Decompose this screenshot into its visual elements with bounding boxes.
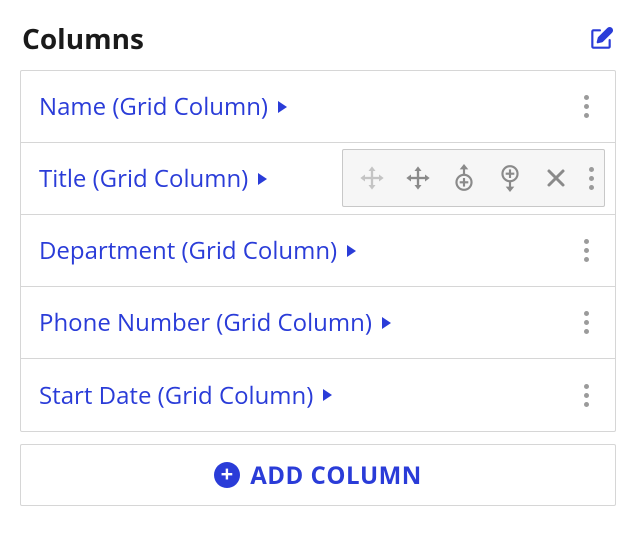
column-label: Department (Grid Column) — [39, 234, 337, 267]
column-link[interactable]: Start Date (Grid Column) — [39, 379, 332, 412]
add-column-button[interactable]: ADD COLUMN — [20, 444, 616, 506]
column-row: Start Date (Grid Column) — [21, 359, 615, 431]
close-icon[interactable] — [541, 163, 571, 193]
panel-title: Columns — [22, 20, 144, 58]
row-toolbar — [342, 149, 605, 207]
add-below-icon[interactable] — [495, 163, 525, 193]
column-link[interactable]: Phone Number (Grid Column) — [39, 306, 391, 339]
column-link[interactable]: Title (Grid Column) — [39, 162, 267, 195]
expand-icon — [382, 317, 391, 329]
column-row: Name (Grid Column) — [21, 71, 615, 143]
row-menu-button[interactable] — [576, 231, 597, 270]
add-column-label: ADD COLUMN — [250, 459, 422, 492]
column-row: Title (Grid Column) — [21, 143, 615, 215]
row-menu-button[interactable] — [576, 87, 597, 126]
expand-icon — [258, 173, 267, 185]
move-icon[interactable] — [403, 163, 433, 193]
column-link[interactable]: Department (Grid Column) — [39, 234, 356, 267]
panel-header: Columns — [20, 20, 616, 58]
row-menu-button[interactable] — [587, 163, 594, 194]
column-label: Phone Number (Grid Column) — [39, 306, 372, 339]
move-icon[interactable] — [357, 163, 387, 193]
expand-icon — [278, 101, 287, 113]
column-label: Start Date (Grid Column) — [39, 379, 313, 412]
row-menu-button[interactable] — [576, 376, 597, 415]
column-row: Phone Number (Grid Column) — [21, 287, 615, 359]
edit-icon[interactable] — [588, 26, 614, 52]
add-above-icon[interactable] — [449, 163, 479, 193]
column-label: Name (Grid Column) — [39, 90, 268, 123]
column-link[interactable]: Name (Grid Column) — [39, 90, 287, 123]
expand-icon — [323, 389, 332, 401]
columns-list: Name (Grid Column) Title (Grid Column) — [20, 70, 616, 432]
column-label: Title (Grid Column) — [39, 162, 248, 195]
columns-panel: Columns Name (Grid Column) Title (Grid C… — [20, 20, 616, 506]
row-menu-button[interactable] — [576, 303, 597, 342]
plus-circle-icon — [214, 462, 240, 488]
expand-icon — [347, 245, 356, 257]
column-row: Department (Grid Column) — [21, 215, 615, 287]
